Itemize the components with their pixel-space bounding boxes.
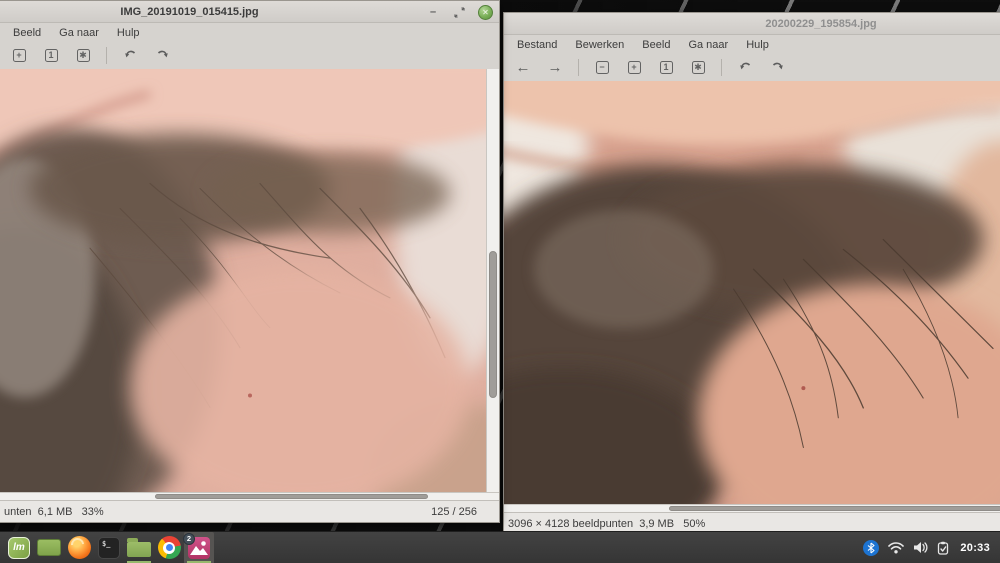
folder-icon — [127, 542, 151, 557]
files-launcher[interactable] — [124, 532, 154, 563]
firefox-icon — [68, 536, 91, 559]
close-button[interactable]: ✕ — [478, 5, 493, 20]
right-horizontal-scrollbar[interactable] — [504, 504, 1000, 512]
right-status-info: 3096 × 4128 beeldpunten 3,9 MB 50% — [508, 518, 705, 530]
left-statusbar: unten 6,1 MB 33% 125 / 256 — [0, 500, 499, 522]
normal-size-icon: 1 — [45, 49, 58, 62]
rotate-left-button[interactable] — [117, 45, 143, 67]
next-icon: → — [548, 60, 563, 75]
terminal-icon: $_ — [98, 537, 120, 559]
menu-bewerken[interactable]: Bewerken — [566, 37, 633, 53]
rotate-right-button[interactable] — [764, 57, 790, 79]
left-photo — [0, 69, 486, 492]
update-manager-icon[interactable] — [937, 541, 949, 555]
zoom-in-icon: + — [13, 49, 26, 62]
toolbar-separator — [106, 47, 107, 64]
chrome-icon — [158, 536, 181, 559]
left-titlebar[interactable]: IMG_20191019_015415.jpg – ✕ — [0, 1, 499, 23]
normal-size-button[interactable]: 1 — [38, 45, 64, 67]
left-menubar: Beeld Ga naar Hulp — [0, 23, 499, 42]
zoom-in-button[interactable]: + — [621, 57, 647, 79]
system-tray: 20:33 — [863, 540, 996, 556]
menu-ga-naar[interactable]: Ga naar — [679, 37, 737, 53]
left-status-position: 125 / 256 — [431, 506, 495, 518]
restore-icon — [454, 7, 465, 18]
mint-menu-button[interactable]: lm — [4, 532, 34, 563]
panel-clock[interactable]: 20:33 — [958, 542, 990, 554]
zoom-in-button[interactable]: + — [6, 45, 32, 67]
best-fit-button[interactable]: ✱ — [685, 57, 711, 79]
mint-logo-icon: lm — [8, 537, 30, 559]
volume-icon[interactable] — [913, 541, 928, 554]
left-toolbar: + 1 ✱ — [0, 42, 499, 69]
menu-hulp[interactable]: Hulp — [737, 37, 778, 53]
best-fit-icon: ✱ — [77, 49, 90, 62]
zoom-in-icon: + — [628, 61, 641, 74]
zoom-out-button[interactable]: − — [589, 57, 615, 79]
left-horizontal-scrollbar-thumb[interactable] — [155, 494, 428, 499]
left-window-title: IMG_20191019_015415.jpg — [0, 6, 439, 18]
normal-size-icon: 1 — [660, 61, 673, 74]
menu-hulp[interactable]: Hulp — [108, 25, 149, 41]
show-desktop-button[interactable] — [34, 532, 64, 563]
right-photo — [504, 81, 1000, 504]
left-horizontal-scrollbar[interactable] — [0, 492, 499, 500]
menu-bestand[interactable]: Bestand — [508, 37, 566, 53]
toolbar-separator — [578, 59, 579, 76]
firefox-launcher[interactable] — [64, 532, 94, 563]
right-titlebar[interactable]: 20200229_195854.jpg — [504, 13, 1000, 35]
restore-button[interactable] — [452, 5, 466, 19]
previous-image-button[interactable]: ← — [510, 57, 536, 79]
best-fit-icon: ✱ — [692, 61, 705, 74]
terminal-launcher[interactable]: $_ — [94, 532, 124, 563]
bluetooth-icon[interactable] — [863, 540, 879, 556]
toolbar-separator — [721, 59, 722, 76]
taskbar-panel: lm $_ 2 — [0, 531, 1000, 563]
left-photo-viewport[interactable] — [0, 69, 486, 492]
minimize-button[interactable]: – — [426, 5, 440, 19]
menu-ga-naar[interactable]: Ga naar — [50, 25, 108, 41]
image-viewer-window-right: 20200229_195854.jpg Bestand Bewerken Bee… — [503, 12, 1000, 535]
rotate-right-button[interactable] — [149, 45, 175, 67]
right-window-title: 20200229_195854.jpg — [573, 18, 1000, 30]
rotate-left-icon — [123, 49, 138, 63]
rotate-right-icon — [155, 49, 170, 63]
right-horizontal-scrollbar-thumb[interactable] — [669, 506, 1000, 511]
rotate-left-icon — [738, 61, 753, 75]
show-desktop-icon — [37, 539, 61, 556]
menu-beeld[interactable]: Beeld — [633, 37, 679, 53]
image-viewer-taskbar-button[interactable]: 2 — [184, 532, 214, 563]
chrome-launcher[interactable] — [154, 532, 184, 563]
window-count-badge: 2 — [183, 533, 195, 545]
menu-beeld[interactable]: Beeld — [4, 25, 50, 41]
right-menubar: Bestand Bewerken Beeld Ga naar Hulp — [504, 35, 1000, 54]
previous-icon: ← — [516, 60, 531, 75]
left-vertical-scrollbar-thumb[interactable] — [489, 251, 497, 398]
best-fit-button[interactable]: ✱ — [70, 45, 96, 67]
zoom-out-icon: − — [596, 61, 609, 74]
rotate-left-button[interactable] — [732, 57, 758, 79]
right-toolbar: ← → − + 1 ✱ — [504, 54, 1000, 81]
next-image-button[interactable]: → — [542, 57, 568, 79]
left-status-info: unten 6,1 MB 33% — [4, 506, 104, 518]
wifi-icon[interactable] — [888, 542, 904, 554]
image-viewer-window-left: IMG_20191019_015415.jpg – ✕ Beeld Ga naa… — [0, 0, 500, 523]
rotate-right-icon — [770, 61, 785, 75]
right-photo-viewport[interactable] — [504, 81, 1000, 504]
normal-size-button[interactable]: 1 — [653, 57, 679, 79]
left-vertical-scrollbar[interactable] — [486, 69, 499, 492]
